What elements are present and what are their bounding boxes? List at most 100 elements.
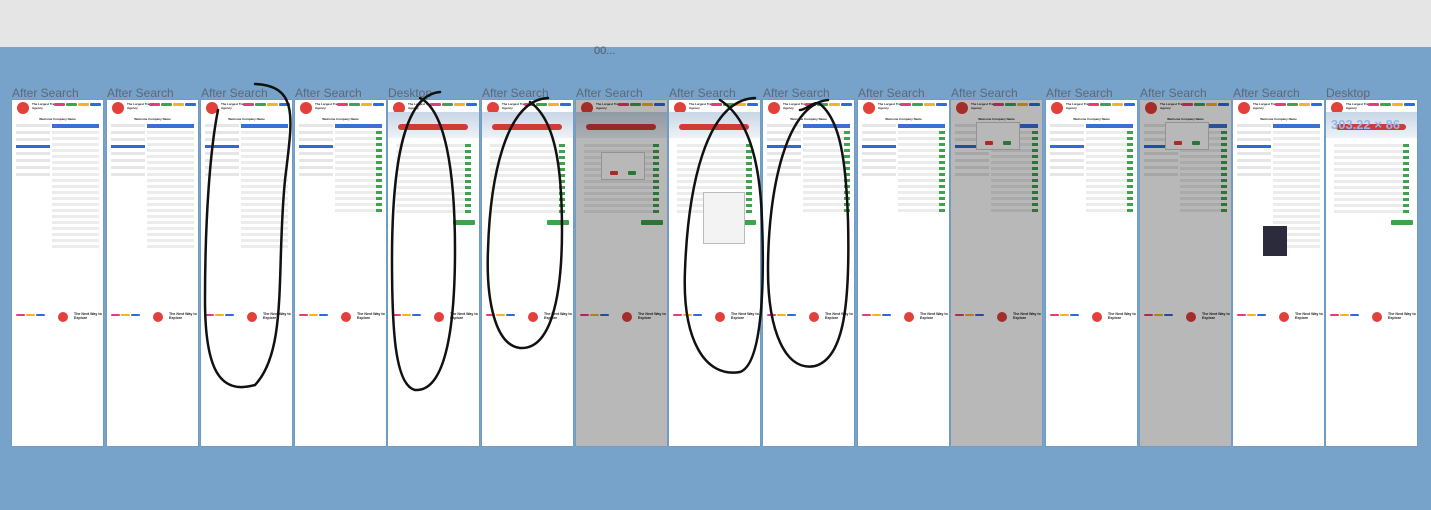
sidebar-item[interactable] (205, 173, 239, 176)
frame-label[interactable]: After Search (669, 86, 736, 100)
list-item[interactable] (147, 185, 194, 188)
result-row[interactable] (1334, 180, 1409, 183)
result-row[interactable] (396, 156, 471, 159)
sidebar-item[interactable] (205, 145, 239, 148)
result-row[interactable] (677, 156, 752, 159)
list-item[interactable] (241, 179, 288, 182)
search-bar[interactable] (52, 124, 99, 128)
sidebar-item[interactable] (16, 138, 50, 141)
result-row[interactable] (1334, 210, 1409, 213)
search-bar[interactable] (147, 124, 194, 128)
list-item[interactable] (1086, 149, 1133, 152)
list-item[interactable] (241, 227, 288, 230)
list-item[interactable] (241, 215, 288, 218)
list-item[interactable] (147, 233, 194, 236)
result-row[interactable] (396, 210, 471, 213)
sidebar-item[interactable] (862, 166, 896, 169)
list-item[interactable] (147, 173, 194, 176)
sidebar-item[interactable] (767, 166, 801, 169)
screen-frame[interactable]: The Largest Travel Agency Welcome Company… (201, 100, 292, 446)
result-row[interactable] (490, 180, 565, 183)
sidebar-item[interactable] (1050, 138, 1084, 141)
screen-frame[interactable]: The Largest Travel Agency The Next Way to… (669, 100, 760, 446)
sidebar-item[interactable] (1050, 173, 1084, 176)
frame-label[interactable]: After Search (482, 86, 549, 100)
list-item[interactable] (52, 185, 99, 188)
sidebar-item[interactable] (1050, 152, 1084, 155)
frame-label[interactable]: After Search (1233, 86, 1300, 100)
result-row[interactable] (490, 156, 565, 159)
list-item[interactable] (52, 209, 99, 212)
list-item[interactable] (52, 227, 99, 230)
frame-label[interactable]: After Search (1046, 86, 1113, 100)
list-item[interactable] (898, 167, 945, 170)
frame-label[interactable]: After Search (951, 86, 1018, 100)
list-item[interactable] (147, 203, 194, 206)
list-item[interactable] (335, 203, 382, 206)
result-row[interactable] (677, 144, 752, 147)
screen-frame[interactable]: The Largest Travel Agency Welcome Company… (1140, 100, 1231, 446)
result-row[interactable] (1334, 204, 1409, 207)
sidebar-item[interactable] (1237, 138, 1271, 141)
list-item[interactable] (803, 179, 850, 182)
sidebar-item[interactable] (299, 152, 333, 155)
list-item[interactable] (147, 209, 194, 212)
list-item[interactable] (898, 161, 945, 164)
screen-frame[interactable]: The Largest Travel Agency Welcome Company… (295, 100, 386, 446)
frame-label[interactable]: After Search (1140, 86, 1207, 100)
search-bar[interactable] (1086, 124, 1133, 128)
result-row[interactable] (396, 150, 471, 153)
search-bar[interactable] (803, 124, 850, 128)
list-item[interactable] (147, 221, 194, 224)
list-item[interactable] (1273, 209, 1320, 212)
sidebar-item[interactable] (862, 124, 896, 127)
search-bar[interactable] (898, 124, 945, 128)
list-item[interactable] (241, 185, 288, 188)
result-row[interactable] (396, 168, 471, 171)
result-row[interactable] (396, 174, 471, 177)
sidebar-item[interactable] (767, 138, 801, 141)
search-bar[interactable] (241, 124, 288, 128)
result-row[interactable] (677, 186, 752, 189)
book-now-button[interactable] (547, 220, 569, 225)
list-item[interactable] (241, 173, 288, 176)
list-item[interactable] (803, 137, 850, 140)
result-row[interactable] (396, 204, 471, 207)
list-item[interactable] (335, 173, 382, 176)
list-item[interactable] (898, 191, 945, 194)
list-item[interactable] (335, 209, 382, 212)
list-item[interactable] (803, 203, 850, 206)
list-item[interactable] (1086, 137, 1133, 140)
sidebar-item[interactable] (205, 124, 239, 127)
result-row[interactable] (677, 180, 752, 183)
frame-label[interactable]: After Search (576, 86, 643, 100)
book-now-button[interactable] (1391, 220, 1413, 225)
list-item[interactable] (335, 167, 382, 170)
list-item[interactable] (898, 209, 945, 212)
sidebar-item[interactable] (299, 159, 333, 162)
result-row[interactable] (490, 186, 565, 189)
list-item[interactable] (147, 197, 194, 200)
list-item[interactable] (52, 233, 99, 236)
list-item[interactable] (147, 131, 194, 134)
frame-label[interactable]: After Search (107, 86, 174, 100)
result-row[interactable] (677, 150, 752, 153)
sidebar-item[interactable] (299, 131, 333, 134)
list-item[interactable] (1086, 167, 1133, 170)
sidebar-item[interactable] (111, 145, 145, 148)
sidebar-item[interactable] (16, 173, 50, 176)
list-item[interactable] (241, 221, 288, 224)
sidebar-item[interactable] (1237, 173, 1271, 176)
list-item[interactable] (898, 143, 945, 146)
screen-frame[interactable]: The Largest Travel Agency The Next Way to… (576, 100, 667, 446)
list-item[interactable] (241, 167, 288, 170)
result-row[interactable] (490, 168, 565, 171)
sidebar-item[interactable] (767, 124, 801, 127)
list-item[interactable] (241, 149, 288, 152)
list-item[interactable] (52, 155, 99, 158)
list-item[interactable] (1273, 155, 1320, 158)
result-row[interactable] (396, 198, 471, 201)
sidebar-item[interactable] (299, 138, 333, 141)
sidebar-item[interactable] (862, 173, 896, 176)
list-item[interactable] (147, 239, 194, 242)
